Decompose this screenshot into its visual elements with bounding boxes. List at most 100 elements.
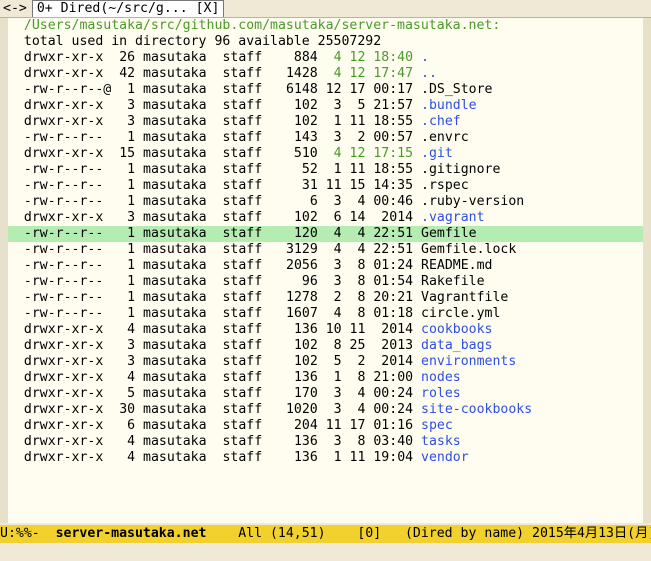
dir-entry-row[interactable]: drwxr-xr-x 30 masutaka staff 1020 3 4 00…	[8, 402, 643, 418]
entry-date: 4 4 22:51	[333, 242, 414, 257]
dir-entry-row[interactable]: drwxr-xr-x 3 masutaka staff 102 3 5 21:5…	[8, 98, 643, 114]
file-entry-row[interactable]: -rw-r--r-- 1 masutaka staff 96 3 8 01:54…	[8, 274, 643, 290]
file-name[interactable]: .gitignore	[421, 162, 500, 177]
dir-entry-row[interactable]: drwxr-xr-x 4 masutaka staff 136 1 8 21:0…	[8, 370, 643, 386]
directory-name[interactable]: .chef	[421, 114, 461, 129]
directory-name[interactable]: cookbooks	[421, 322, 492, 337]
entry-links: 3	[127, 338, 136, 353]
entry-permissions: -rw-r--r--	[23, 306, 104, 321]
file-name[interactable]: circle.yml	[421, 306, 500, 321]
directory-name[interactable]: spec	[421, 418, 453, 433]
dir-entry-row[interactable]: drwxr-xr-x 5 masutaka staff 170 3 4 00:2…	[8, 386, 643, 402]
entry-group: staff	[222, 114, 263, 129]
entry-group: staff	[222, 290, 263, 305]
entry-date: 1 11 18:55	[333, 162, 414, 177]
directory-name[interactable]: tasks	[421, 434, 461, 449]
entry-links: 4	[127, 370, 136, 385]
minibuffer[interactable]	[0, 543, 651, 561]
entry-date: 4 12 18:40	[333, 50, 414, 65]
file-name[interactable]: Gemfile.lock	[421, 242, 516, 257]
entry-date: 6 14 2014	[333, 210, 414, 225]
entry-owner: masutaka	[143, 354, 207, 369]
entry-links: 3	[127, 98, 136, 113]
dir-entry-row[interactable]: drwxr-xr-x 3 masutaka staff 102 5 2 2014…	[8, 354, 643, 370]
entry-owner: masutaka	[143, 114, 207, 129]
file-entry-row[interactable]: -rw-r--r-- 1 masutaka staff 120 4 4 22:5…	[8, 226, 643, 242]
entry-date: 4 8 01:18	[333, 306, 414, 321]
file-entry-row[interactable]: -rw-r--r-- 1 masutaka staff 1278 2 8 20:…	[8, 290, 643, 306]
directory-name[interactable]: ..	[421, 66, 437, 81]
dir-entry-row[interactable]: drwxr-xr-x 15 masutaka staff 510 4 12 17…	[8, 146, 643, 162]
directory-name[interactable]: roles	[421, 386, 461, 401]
directory-name[interactable]: nodes	[421, 370, 461, 385]
directory-name[interactable]: .bundle	[421, 98, 477, 113]
directory-name[interactable]: environments	[421, 354, 516, 369]
file-entry-row[interactable]: -rw-r--r-- 1 masutaka staff 6 3 4 00:46 …	[8, 194, 643, 210]
dir-entry-row[interactable]: drwxr-xr-x 42 masutaka staff 1428 4 12 1…	[8, 66, 643, 82]
file-entry-row[interactable]: -rw-r--r-- 1 masutaka staff 2056 3 8 01:…	[8, 258, 643, 274]
entry-owner: masutaka	[143, 162, 207, 177]
file-entry-row[interactable]: -rw-r--r-- 1 masutaka staff 52 1 11 18:5…	[8, 162, 643, 178]
directory-name[interactable]: vendor	[421, 450, 469, 465]
entry-date: 1 11 19:04	[333, 450, 414, 465]
entry-links: 6	[127, 418, 136, 433]
file-name[interactable]: .ruby-version	[421, 194, 524, 209]
entry-links: 1	[127, 290, 136, 305]
file-entry-row[interactable]: -rw-r--r-- 1 masutaka staff 143 3 2 00:5…	[8, 130, 643, 146]
dir-entry-row[interactable]: drwxr-xr-x 26 masutaka staff 884 4 12 18…	[8, 50, 643, 66]
entry-permissions: drwxr-xr-x	[23, 402, 104, 417]
directory-name[interactable]: .vagrant	[421, 210, 485, 225]
tab-nav-arrows[interactable]: <->	[0, 0, 30, 17]
entry-permissions: drwxr-xr-x	[23, 66, 104, 81]
entry-size: 102	[293, 98, 318, 113]
entry-size: 2056	[286, 258, 318, 273]
entry-permissions: -rw-r--r--	[23, 130, 104, 145]
entry-group: staff	[222, 354, 263, 369]
dir-entry-row[interactable]: drwxr-xr-x 4 masutaka staff 136 10 11 20…	[8, 322, 643, 338]
entry-size: 96	[301, 274, 318, 289]
file-entry-row[interactable]: -rw-r--r-- 1 masutaka staff 31 11 15 14:…	[8, 178, 643, 194]
directory-name[interactable]: .git	[421, 146, 453, 161]
entry-owner: masutaka	[143, 226, 207, 241]
entry-size: 143	[293, 130, 318, 145]
entry-group: staff	[222, 386, 263, 401]
tab-bar: <-> 0+ Dired(~/src/g... [X]	[0, 0, 651, 18]
dired-buffer[interactable]: /Users/masutaka/src/github.com/masutaka/…	[8, 18, 643, 523]
entry-links: 3	[127, 210, 136, 225]
tab-dired[interactable]: 0+ Dired(~/src/g... [X]	[31, 0, 225, 17]
file-name[interactable]: .rspec	[421, 178, 469, 193]
entry-size: 102	[293, 354, 318, 369]
entry-links: 30	[119, 402, 136, 417]
file-name[interactable]: .envrc	[421, 130, 469, 145]
dir-entry-row[interactable]: drwxr-xr-x 6 masutaka staff 204 11 17 01…	[8, 418, 643, 434]
entry-size: 120	[293, 226, 318, 241]
entry-links: 1	[127, 82, 136, 97]
entry-links: 4	[127, 434, 136, 449]
file-name[interactable]: README.md	[421, 258, 492, 273]
file-name[interactable]: Rakefile	[421, 274, 485, 289]
entry-owner: masutaka	[143, 290, 207, 305]
dir-entry-row[interactable]: drwxr-xr-x 4 masutaka staff 136 3 8 03:4…	[8, 434, 643, 450]
file-name[interactable]: .DS_Store	[421, 82, 492, 97]
dir-entry-row[interactable]: drwxr-xr-x 4 masutaka staff 136 1 11 19:…	[8, 450, 643, 466]
entry-group: staff	[222, 450, 263, 465]
entry-group: staff	[222, 130, 263, 145]
entry-size: 1607	[286, 306, 318, 321]
file-entry-row[interactable]: -rw-r--r--@ 1 masutaka staff 6148 12 17 …	[8, 82, 643, 98]
dir-entry-row[interactable]: drwxr-xr-x 3 masutaka staff 102 8 25 201…	[8, 338, 643, 354]
entry-links: 4	[127, 450, 136, 465]
entry-permissions: -rw-r--r--	[23, 194, 104, 209]
dir-entry-row[interactable]: drwxr-xr-x 3 masutaka staff 102 1 11 18:…	[8, 114, 643, 130]
dir-entry-row[interactable]: drwxr-xr-x 3 masutaka staff 102 6 14 201…	[8, 210, 643, 226]
entry-size: 136	[293, 370, 318, 385]
file-name[interactable]: Gemfile	[421, 226, 477, 241]
file-name[interactable]: Vagrantfile	[421, 290, 508, 305]
file-entry-row[interactable]: -rw-r--r-- 1 masutaka staff 1607 4 8 01:…	[8, 306, 643, 322]
directory-name[interactable]: data_bags	[421, 338, 492, 353]
modeline-date: 2015年4月13日(月)	[532, 526, 651, 541]
file-entry-row[interactable]: -rw-r--r-- 1 masutaka staff 3129 4 4 22:…	[8, 242, 643, 258]
entry-permissions: drwxr-xr-x	[23, 322, 104, 337]
directory-name[interactable]: site-cookbooks	[421, 402, 532, 417]
entry-date: 11 17 01:16	[325, 418, 414, 433]
directory-name[interactable]: .	[421, 50, 429, 65]
